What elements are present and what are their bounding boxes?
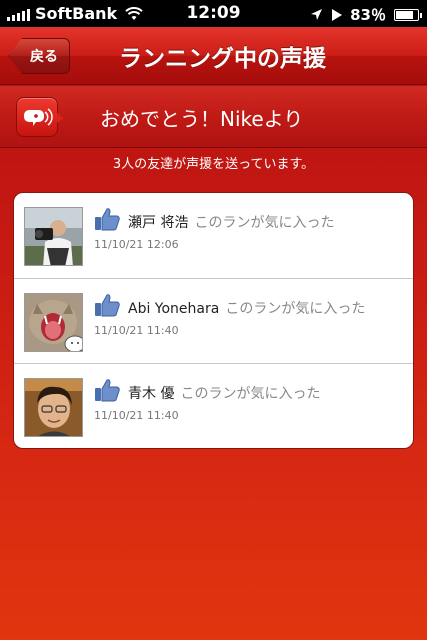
list-item[interactable]: 青木 優このランが気に入った 11/10/21 11:40 — [14, 364, 413, 448]
avatar — [24, 292, 83, 352]
cheer-date: 11/10/21 11:40 — [94, 323, 179, 337]
navigation-bar: 戻る ランニング中の声援 — [0, 27, 427, 85]
cheer-message: おめでとう！Nikeより — [100, 106, 304, 131]
cheer-message-banner: おめでとう！Nikeより — [0, 86, 427, 148]
friend-name: 瀬戸 将浩 — [128, 215, 189, 231]
battery-icon — [394, 8, 422, 21]
cheer-date: 11/10/21 11:40 — [94, 409, 179, 422]
list-item[interactable]: Abi Yonehara このランが気に入った 11/10/21 11:40 — [14, 279, 413, 364]
cheer-action: このランが気に入った — [225, 300, 366, 317]
cheers-list: 瀬戸 将浩 このランが気に入った 11/10/21 12:06 Abi Yoneh… — [13, 192, 414, 449]
page-title: ランニング中の声援 — [119, 46, 326, 72]
like-thumb-icon — [95, 293, 120, 316]
like-thumb-icon — [95, 208, 120, 231]
like-thumb-icon — [95, 379, 120, 402]
status-bar: SoftBank 12:09 83％ — [0, 0, 427, 27]
avatar — [24, 207, 83, 266]
friend-name: Abi Yonehara — [128, 300, 220, 317]
back-button[interactable]: 戻る — [8, 38, 70, 74]
cheer-action: このランが気に入った — [180, 386, 321, 402]
list-item[interactable]: 瀬戸 将浩 このランが気に入った 11/10/21 12:06 — [14, 193, 413, 279]
avatar — [24, 378, 83, 437]
location-icon — [311, 9, 323, 20]
cheer-speech-icon — [16, 97, 64, 137]
friend-name: 青木 優 — [128, 386, 175, 402]
friends-summary: 3人の友達が声援を送っています。 — [112, 157, 315, 172]
cheer-action: このランが気に入った — [194, 215, 335, 231]
cheer-date: 11/10/21 12:06 — [94, 238, 179, 251]
play-icon — [332, 8, 343, 21]
battery-percent: 83％ — [350, 6, 386, 24]
